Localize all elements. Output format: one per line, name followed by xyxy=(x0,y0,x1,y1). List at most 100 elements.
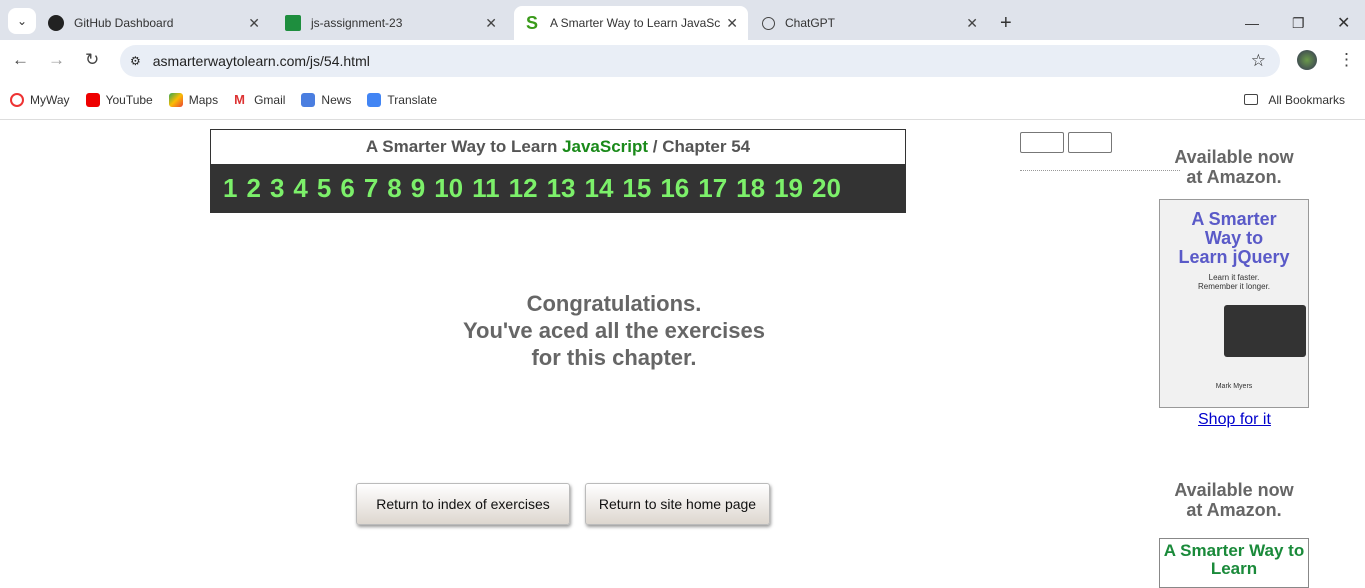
news-icon xyxy=(301,92,316,107)
close-icon[interactable]: ✕ xyxy=(726,15,738,32)
exercise-link[interactable]: 1 xyxy=(223,173,237,204)
avatar[interactable] xyxy=(1297,50,1317,70)
tab-title: GitHub Dashboard xyxy=(74,16,174,30)
reload-icon[interactable]: ↻ xyxy=(85,50,99,70)
tab-search-button[interactable]: ⌄ xyxy=(8,8,36,34)
laptop-image xyxy=(1224,305,1306,357)
exercise-link[interactable]: 17 xyxy=(698,173,727,204)
tab-github[interactable]: GitHub Dashboard ✕ xyxy=(38,6,270,40)
book-tagline: Learn it faster. xyxy=(1208,273,1260,282)
book-cover-jquery[interactable]: A Smarter Way to Learn jQuery Learn it f… xyxy=(1159,199,1309,408)
chevron-down-icon: ⌄ xyxy=(16,14,28,28)
gmail-icon: M xyxy=(234,91,245,107)
bookmark-maps[interactable]: Maps xyxy=(168,92,219,107)
bookmark-label: MyWay xyxy=(30,92,70,107)
exercise-link[interactable]: 11 xyxy=(472,173,500,204)
back-icon[interactable]: ← xyxy=(12,50,29,70)
close-window-button[interactable]: ✕ xyxy=(1327,6,1360,40)
new-tab-button[interactable]: + xyxy=(990,6,1022,40)
toolbar: ← → ↻ ⚙ asmarterwaytolearn.com/js/54.htm… xyxy=(0,40,1365,80)
tab-chatgpt[interactable]: ChatGPT ✕ xyxy=(752,6,988,40)
message-line: Congratulations. xyxy=(526,291,702,316)
title-brand: JavaScript xyxy=(562,137,649,156)
exercise-link[interactable]: 18 xyxy=(736,173,765,204)
star-icon[interactable]: ☆ xyxy=(1251,51,1266,71)
bookmark-gmail[interactable]: M Gmail xyxy=(234,91,286,107)
bookmark-label: Maps xyxy=(188,92,219,107)
bookmark-youtube[interactable]: YouTube xyxy=(85,92,153,107)
all-bookmarks[interactable]: All Bookmarks xyxy=(1244,93,1345,107)
chapter-header: A Smarter Way to Learn JavaScript / Chap… xyxy=(210,129,906,213)
forward-icon[interactable]: → xyxy=(48,50,65,70)
close-icon[interactable]: ✕ xyxy=(966,15,978,32)
translate-icon xyxy=(367,92,382,107)
tab-assignment[interactable]: js-assignment-23 ✕ xyxy=(275,6,507,40)
restore-button[interactable]: ❐ xyxy=(1282,6,1315,40)
title-separator: / xyxy=(648,137,663,156)
folder-icon xyxy=(1244,94,1259,105)
message-line: for this chapter. xyxy=(531,345,697,370)
amazon-line: at Amazon. xyxy=(1186,167,1282,187)
return-to-index-button[interactable]: Return to index of exercises xyxy=(356,483,570,525)
youtube-icon xyxy=(85,92,100,107)
book-title: A Smarter Way to Learn jQuery xyxy=(1178,209,1290,267)
exercise-link[interactable]: 12 xyxy=(509,173,538,204)
book-title: A Smarter Way to Learn xyxy=(1163,541,1305,578)
small-box[interactable] xyxy=(1068,132,1112,153)
tab-smarter-way[interactable]: S A Smarter Way to Learn JavaScri ✕ xyxy=(514,6,748,40)
title-chapter: Chapter 54 xyxy=(662,137,751,156)
exercise-link[interactable]: 20 xyxy=(812,173,841,204)
bookmark-label: YouTube xyxy=(105,92,153,107)
exercise-link[interactable]: 15 xyxy=(622,173,651,204)
bookmark-translate[interactable]: Translate xyxy=(367,92,437,107)
book-tagline: Remember it longer. xyxy=(1197,282,1271,291)
chatgpt-icon xyxy=(762,16,775,30)
address-bar[interactable]: ⚙ asmarterwaytolearn.com/js/54.html ☆ xyxy=(120,45,1280,77)
exercise-link[interactable]: 13 xyxy=(547,173,576,204)
bookmark-label: News xyxy=(321,92,352,107)
exercise-link[interactable]: 5 xyxy=(317,173,331,204)
bookmark-label: Gmail xyxy=(254,92,286,107)
menu-icon[interactable]: ⋮ xyxy=(1338,50,1355,70)
myway-icon xyxy=(10,92,24,107)
available-line: Available now xyxy=(1174,147,1294,167)
divider xyxy=(1020,170,1180,171)
bookmark-myway[interactable]: MyWay xyxy=(10,92,70,107)
title-prefix: A Smarter Way to Learn xyxy=(365,137,563,156)
bookmark-news[interactable]: News xyxy=(301,92,352,107)
shop-link[interactable]: Shop for it xyxy=(1198,411,1271,429)
site-settings-icon[interactable]: ⚙ xyxy=(130,54,141,68)
s-logo-icon: S xyxy=(525,12,538,33)
close-icon[interactable]: ✕ xyxy=(485,15,497,32)
message-line: You've aced all the exercises xyxy=(463,318,765,343)
available-line: Available now xyxy=(1174,480,1294,500)
book-author: Mark Myers xyxy=(1215,383,1253,390)
url-text[interactable]: asmarterwaytolearn.com/js/54.html xyxy=(153,53,370,69)
exercise-link[interactable]: 7 xyxy=(364,173,378,204)
exercise-link[interactable]: 4 xyxy=(293,173,307,204)
tab-strip: ⌄ GitHub Dashboard ✕ js-assignment-23 ✕ SA… xyxy=(0,0,1365,40)
maps-icon xyxy=(168,92,183,107)
close-icon[interactable]: ✕ xyxy=(248,15,260,32)
exercise-link[interactable]: 6 xyxy=(340,173,354,204)
small-box[interactable] xyxy=(1020,132,1064,153)
exercise-link[interactable]: 8 xyxy=(387,173,401,204)
exercise-link[interactable]: 14 xyxy=(584,173,613,204)
exercise-links: 1 2 3 4 5 6 7 8 9 10 11 12 13 14 15 16 17 18 19 20 xyxy=(211,164,905,213)
book-cover-js[interactable]: A Smarter Way to Learn xyxy=(1159,538,1309,588)
bookmarks-bar: MyWay YouTube Maps M Gmail News Translate… xyxy=(0,80,1365,120)
return-home-button[interactable]: Return to site home page xyxy=(585,483,770,525)
exercise-link[interactable]: 19 xyxy=(774,173,803,204)
available-text: Available now at Amazon. xyxy=(1160,147,1308,187)
tab-title: A Smarter Way to Learn JavaScri xyxy=(550,16,720,30)
bookmark-label: All Bookmarks xyxy=(1268,92,1345,107)
exercise-link[interactable]: 2 xyxy=(246,173,260,204)
bookmark-label: Translate xyxy=(387,92,437,107)
exercise-link[interactable]: 16 xyxy=(660,173,689,204)
exercise-link[interactable]: 3 xyxy=(270,173,284,204)
page-title: A Smarter Way to Learn JavaScript / Chap… xyxy=(211,130,905,164)
exercise-link[interactable]: 10 xyxy=(434,173,463,204)
amazon-line: at Amazon. xyxy=(1186,500,1282,520)
exercise-link[interactable]: 9 xyxy=(411,173,425,204)
minimize-button[interactable]: — xyxy=(1235,6,1269,40)
